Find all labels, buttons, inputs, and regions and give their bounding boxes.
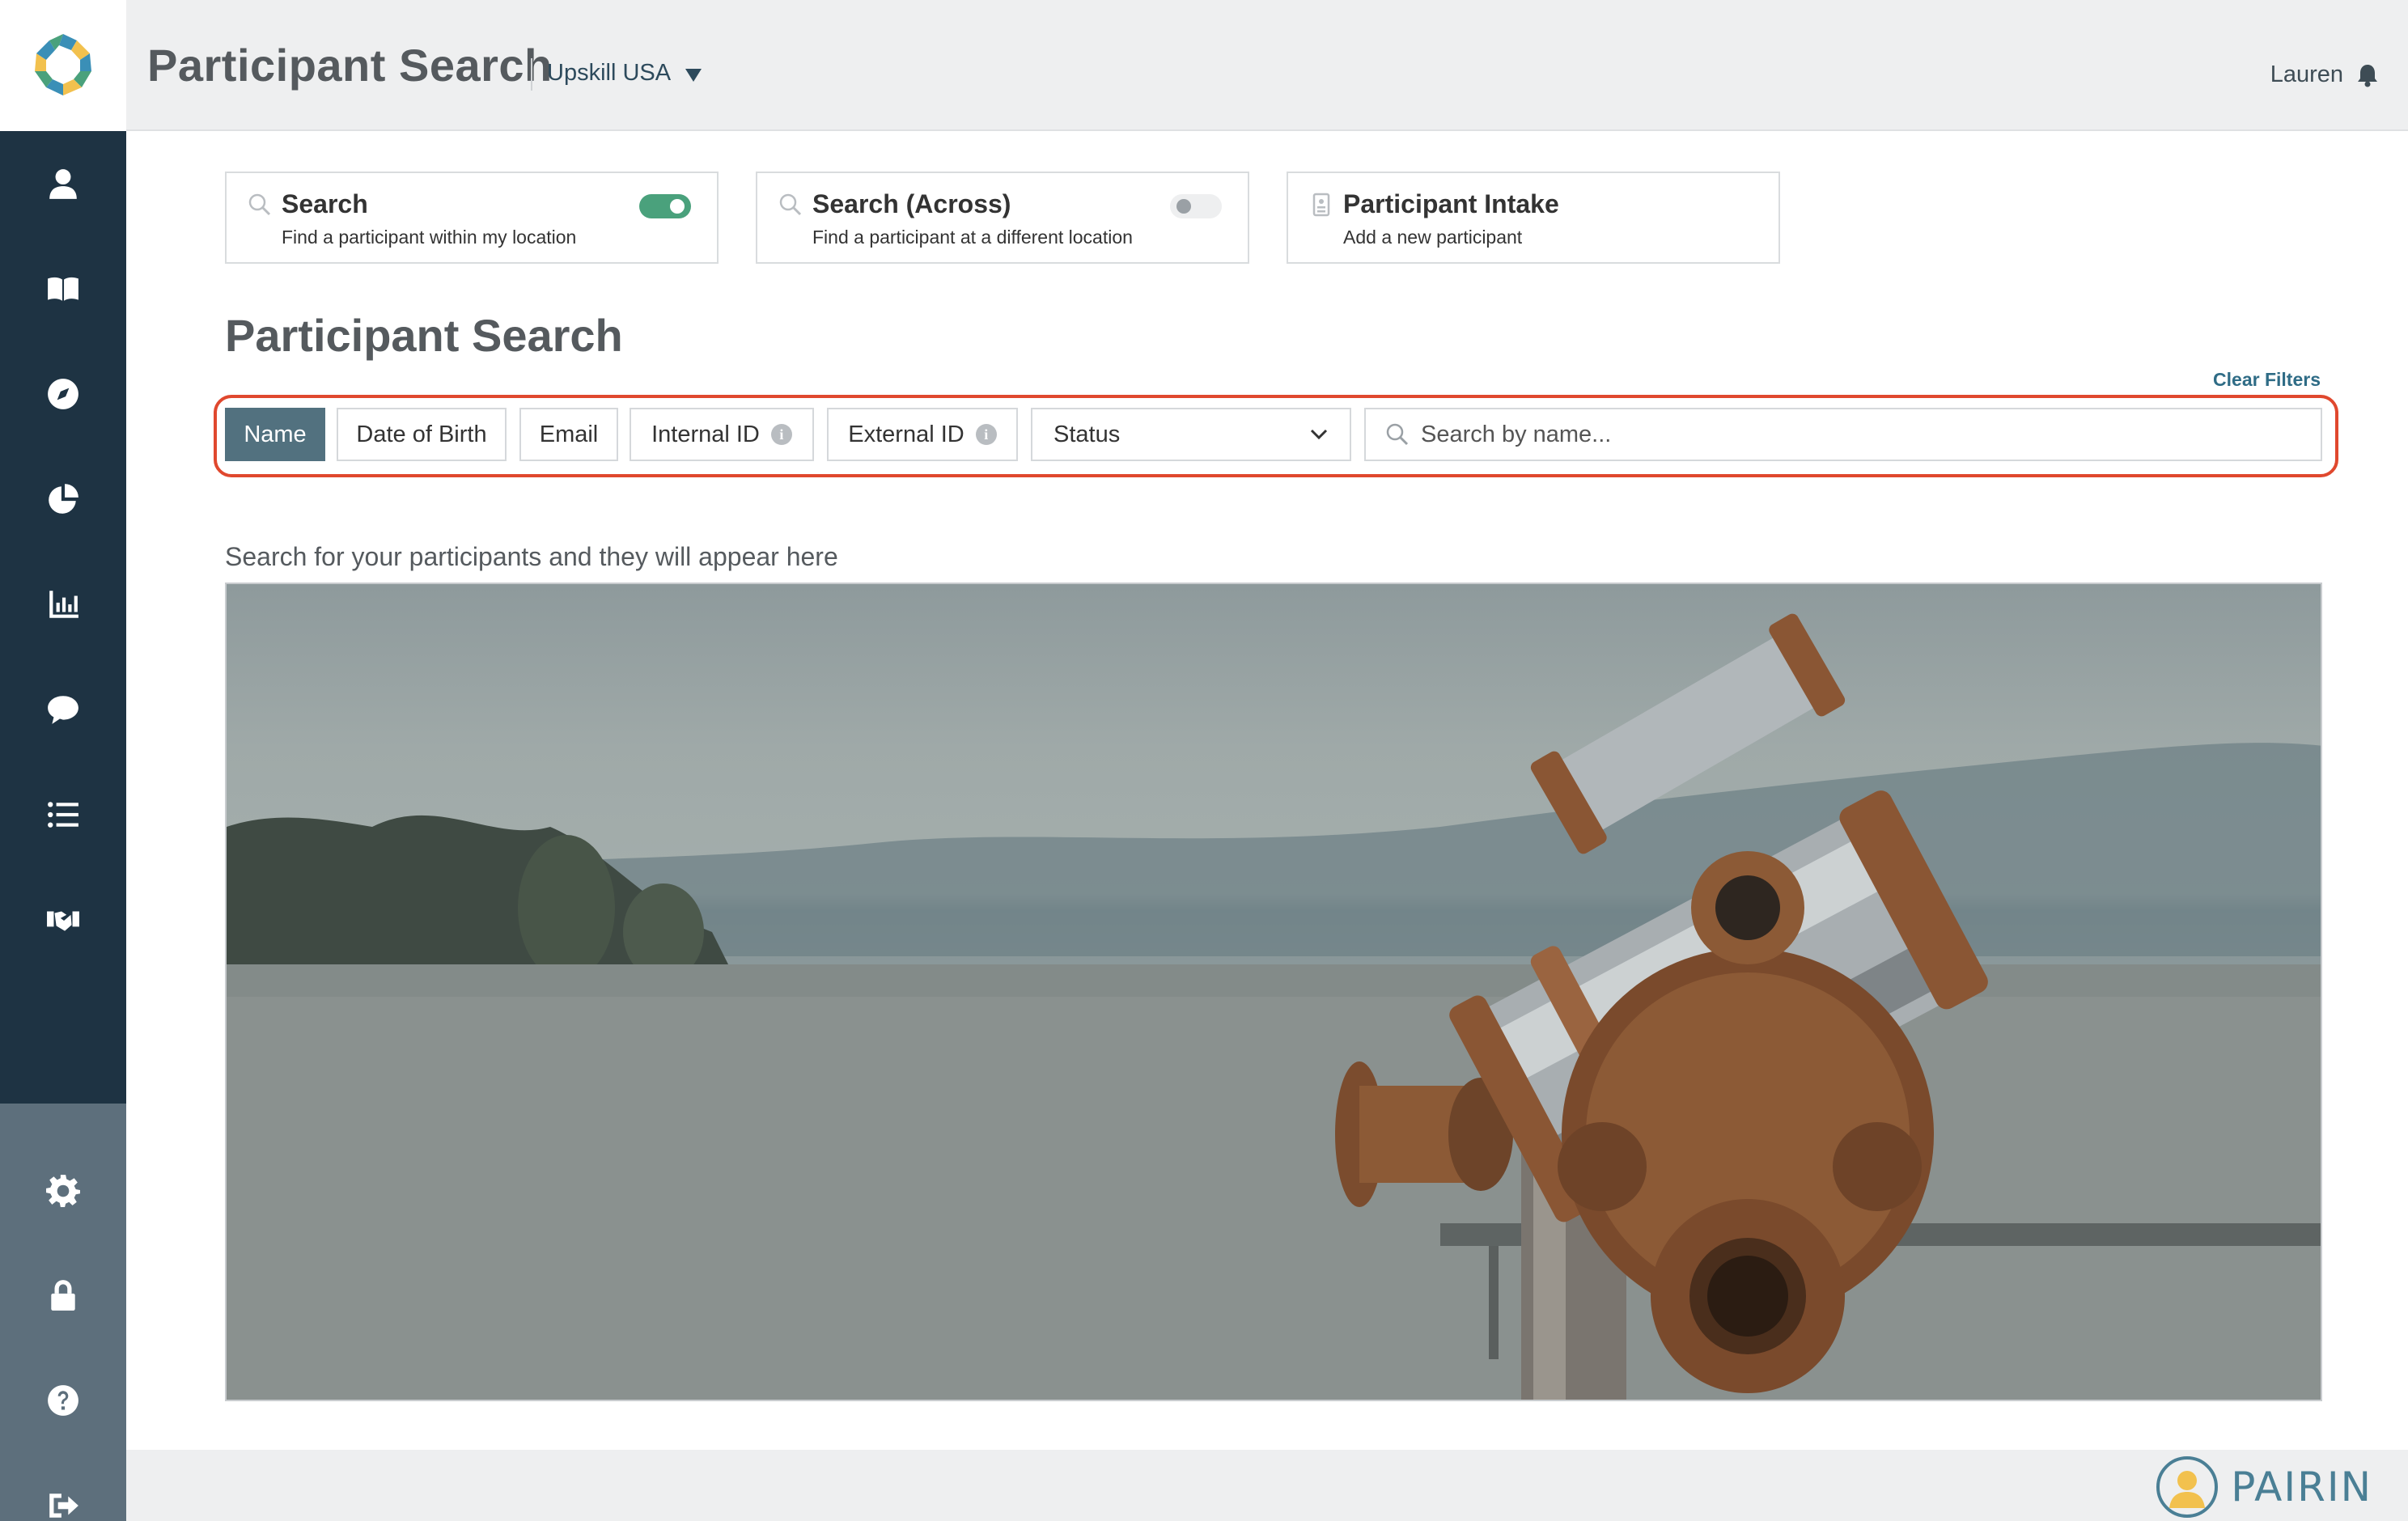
info-icon[interactable]: i [975, 424, 997, 445]
filter-chip-internal-id[interactable]: Internal ID i [630, 408, 814, 461]
mode-subtitle: Add a new participant [1343, 227, 1523, 248]
sidebar-item-sign-out[interactable] [0, 1469, 126, 1521]
search-icon [779, 193, 802, 216]
sidebar-bottom [0, 1104, 126, 1521]
search-input[interactable] [1421, 421, 2311, 448]
info-icon[interactable]: i [770, 424, 792, 445]
app-logo[interactable] [0, 0, 126, 131]
chip-label: Date of Birth [356, 421, 487, 447]
list-icon [48, 802, 78, 828]
search-icon [1386, 423, 1409, 446]
search-field[interactable] [1364, 408, 2322, 461]
person-icon [49, 169, 77, 199]
sidebar-item-library[interactable] [0, 252, 126, 325]
footer [126, 1450, 2408, 1521]
sidebar-item-profile[interactable] [0, 147, 126, 220]
sidebar-item-lists[interactable] [0, 778, 126, 851]
mode-card-participant-intake[interactable]: Participant Intake Add a new participant [1287, 172, 1780, 264]
mode-subtitle: Find a participant within my location [282, 227, 577, 248]
sidebar-item-security[interactable] [0, 1259, 126, 1332]
mode-subtitle: Find a participant at a different locati… [812, 227, 1133, 248]
sidebar-item-explore[interactable] [0, 358, 126, 430]
toggle-knob [670, 199, 685, 214]
sidebar-item-messages[interactable] [0, 673, 126, 746]
lock-icon [51, 1280, 75, 1311]
chevron-down-icon [1310, 429, 1328, 440]
mode-card-search[interactable]: Search Find a participant within my loca… [225, 172, 719, 264]
brand-name: PAIRIN [2231, 1464, 2372, 1510]
status-select[interactable]: Status [1031, 408, 1351, 461]
mode-title: Participant Intake [1343, 189, 1559, 218]
sidebar-item-partners[interactable] [0, 883, 126, 956]
empty-state-text: Search for your participants and they wi… [225, 542, 838, 571]
mode-title: Search [282, 189, 368, 218]
gear-icon [46, 1175, 80, 1207]
status-label: Status [1054, 421, 1121, 447]
org-switcher[interactable]: Upskill USA [547, 60, 702, 87]
caret-down-icon [685, 68, 702, 82]
pairin-logo-icon [2156, 1456, 2219, 1518]
search-icon [248, 193, 271, 216]
help-icon [48, 1385, 78, 1416]
search-toggle[interactable] [639, 194, 691, 218]
compass-icon [48, 379, 78, 409]
filter-chip-name[interactable]: Name [225, 408, 325, 461]
search-across-toggle[interactable] [1170, 194, 1222, 218]
sidebar-item-settings[interactable] [0, 1154, 126, 1227]
telescope-illustration [227, 613, 2321, 1400]
brand-logo: PAIRIN [2155, 1455, 2372, 1519]
divider [531, 58, 532, 91]
sign-out-icon [49, 1493, 78, 1518]
section-title: Participant Search [225, 310, 623, 361]
logo-icon [35, 34, 91, 95]
mode-title: Search (Across) [812, 189, 1011, 218]
bell-icon[interactable] [2356, 63, 2379, 87]
chat-bubble-icon [48, 696, 78, 724]
chip-label: Name [244, 421, 307, 447]
clear-filters-link[interactable]: Clear Filters [2213, 369, 2321, 391]
empty-state-image [225, 583, 2322, 1401]
user-menu[interactable]: Lauren [2270, 61, 2379, 88]
filter-chip-email[interactable]: Email [519, 408, 618, 461]
top-header: Participant Search Upskill USA Lauren [0, 0, 2408, 131]
filter-chip-external-id[interactable]: External ID i [827, 408, 1018, 461]
sidebar-item-reports[interactable] [0, 463, 126, 536]
pie-chart-icon [49, 484, 78, 514]
org-name: Upskill USA [547, 60, 672, 86]
chip-label: Internal ID [651, 421, 760, 447]
sidebar-item-analytics[interactable] [0, 568, 126, 641]
chip-label: External ID [848, 421, 964, 447]
handshake-icon [47, 911, 79, 931]
user-name: Lauren [2270, 61, 2343, 87]
bar-chart-icon [49, 591, 78, 618]
mode-card-search-across[interactable]: Search (Across) Find a participant at a … [756, 172, 1249, 264]
id-card-icon [1312, 193, 1330, 217]
filter-chip-date-of-birth[interactable]: Date of Birth [337, 408, 507, 461]
page-title: Participant Search [147, 40, 553, 91]
chip-label: Email [539, 421, 599, 447]
sidebar-item-help[interactable] [0, 1364, 126, 1437]
toggle-knob [1176, 199, 1191, 214]
book-icon [48, 277, 78, 301]
